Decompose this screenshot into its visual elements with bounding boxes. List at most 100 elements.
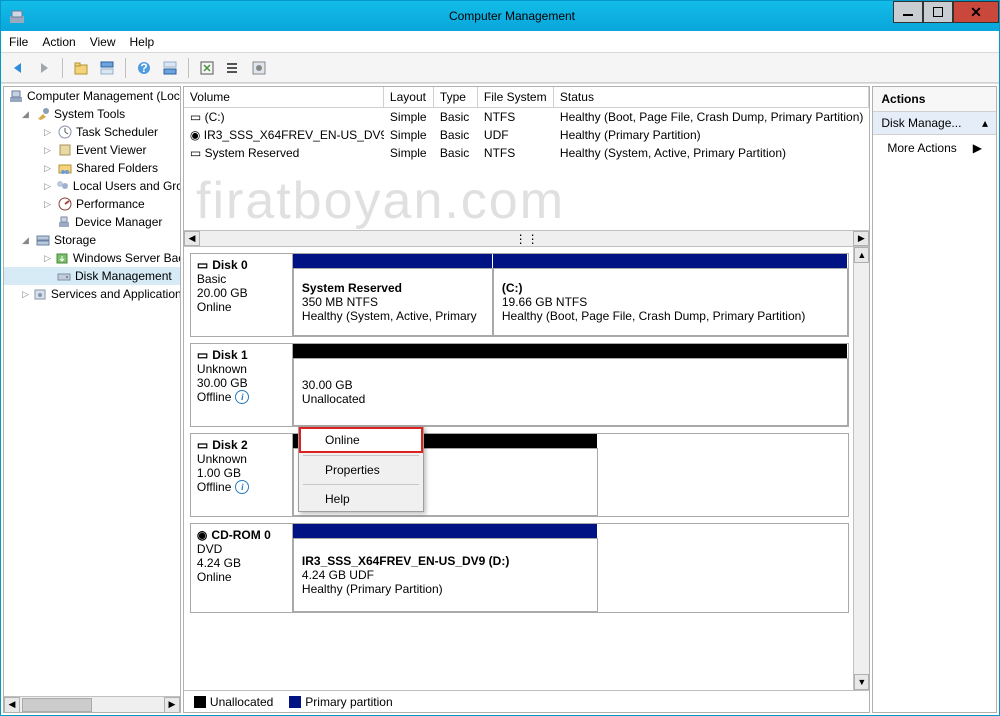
- vol-layout: Simple: [384, 127, 434, 143]
- disk-row-cdrom[interactable]: ◉CD-ROM 0 DVD 4.24 GB Online IR3_SSS_X64…: [190, 523, 849, 613]
- settings-icon[interactable]: [248, 57, 270, 79]
- col-filesystem[interactable]: File System: [478, 87, 554, 107]
- menu-view[interactable]: View: [90, 35, 116, 49]
- disk-row-1[interactable]: ▭Disk 1 Unknown 30.00 GB Offlinei 30.00 …: [190, 343, 849, 427]
- scroll-down-icon[interactable]: ▼: [854, 674, 869, 690]
- col-layout[interactable]: Layout: [384, 87, 434, 107]
- partition-system-reserved[interactable]: System Reserved 350 MB NTFS Healthy (Sys…: [293, 268, 493, 336]
- close-button[interactable]: ✕: [953, 1, 999, 23]
- expand-icon[interactable]: ▷: [44, 163, 54, 174]
- tree-services[interactable]: ▷ Services and Applications: [4, 285, 180, 303]
- vol-fs: UDF: [478, 127, 554, 143]
- volume-row[interactable]: ▭ (C:) Simple Basic NTFS Healthy (Boot, …: [184, 108, 869, 126]
- disk-icon: [56, 268, 72, 284]
- ctx-help[interactable]: Help: [299, 487, 423, 511]
- scroll-right-icon[interactable]: ▶: [853, 231, 869, 246]
- col-status[interactable]: Status: [554, 87, 869, 107]
- legend-swatch-unallocated: [194, 696, 206, 708]
- tree-pane: Computer Management (Local ◢ System Tool…: [3, 86, 181, 713]
- vol-layout: Simple: [384, 145, 434, 161]
- svg-text:?: ?: [140, 61, 147, 75]
- tree-storage-label: Storage: [54, 233, 96, 247]
- scroll-right-icon[interactable]: ▶: [164, 697, 180, 713]
- partition-dvd[interactable]: IR3_SSS_X64FREV_EN-US_DV9 (D:) 4.24 GB U…: [293, 538, 598, 612]
- disk1-type: Unknown: [197, 362, 286, 376]
- partition-c[interactable]: (C:) 19.66 GB NTFS Healthy (Boot, Page F…: [493, 268, 849, 336]
- tree-performance[interactable]: ▷ Performance: [4, 195, 180, 213]
- part-status: Healthy (Boot, Page File, Crash Dump, Pr…: [502, 309, 840, 323]
- expand-icon[interactable]: ▷: [44, 145, 54, 156]
- scroll-thumb[interactable]: [22, 698, 92, 712]
- tree-wsb[interactable]: ▷ Windows Server Backup: [4, 249, 180, 267]
- ctx-help-label: Help: [325, 492, 350, 506]
- volume-row[interactable]: ◉ IR3_SSS_X64FREV_EN-US_DV9 (D:) Simple …: [184, 126, 869, 144]
- tree-system-tools[interactable]: ◢ System Tools: [4, 105, 180, 123]
- menu-help[interactable]: Help: [130, 35, 155, 49]
- volume-hscrollbar[interactable]: ◀ ⋮⋮ ▶: [184, 230, 869, 246]
- back-button[interactable]: [7, 57, 29, 79]
- info-icon[interactable]: i: [235, 480, 249, 494]
- menu-file[interactable]: File: [9, 35, 28, 49]
- scroll-left-icon[interactable]: ◀: [184, 231, 200, 246]
- tree-device-manager[interactable]: Device Manager: [4, 213, 180, 231]
- disk-row-2[interactable]: ▭Disk 2 Unknown 1.00 GB Offlinei 1.00 GB…: [190, 433, 849, 517]
- toolbar: ?: [1, 53, 999, 83]
- vol-name: IR3_SSS_X64FREV_EN-US_DV9 (D:): [204, 128, 384, 142]
- tools-icon: [35, 106, 51, 122]
- actions-more[interactable]: More Actions ▶: [873, 135, 996, 161]
- forward-button[interactable]: [33, 57, 55, 79]
- info-icon[interactable]: i: [235, 390, 249, 404]
- cd0-state: Online: [197, 570, 286, 584]
- up-icon[interactable]: [70, 57, 92, 79]
- collapse-icon[interactable]: ◢: [22, 235, 32, 246]
- ctx-properties[interactable]: Properties: [299, 458, 423, 482]
- view-bottom-icon[interactable]: [159, 57, 181, 79]
- event-icon: [57, 142, 73, 158]
- expand-icon[interactable]: ▷: [44, 253, 51, 264]
- expand-icon[interactable]: ▷: [44, 199, 54, 210]
- tree-root[interactable]: Computer Management (Local: [4, 87, 180, 105]
- tree-disk-management[interactable]: Disk Management: [4, 267, 180, 285]
- disk-row-0[interactable]: ▭Disk 0 Basic 20.00 GB Online System Res…: [190, 253, 849, 337]
- expand-icon[interactable]: ▷: [44, 181, 51, 192]
- expand-icon[interactable]: ▷: [44, 127, 54, 138]
- col-type[interactable]: Type: [434, 87, 478, 107]
- settings-list-icon[interactable]: [222, 57, 244, 79]
- tree-shared-folders[interactable]: ▷ Shared Folders: [4, 159, 180, 177]
- maximize-button[interactable]: [923, 1, 953, 23]
- col-volume[interactable]: Volume: [184, 87, 384, 107]
- partition-unallocated[interactable]: 30.00 GB Unallocated: [293, 358, 848, 426]
- scroll-grip-icon[interactable]: ⋮⋮: [200, 231, 853, 246]
- menu-bar: File Action View Help: [1, 31, 999, 53]
- minimize-button[interactable]: [893, 1, 923, 23]
- ctx-properties-label: Properties: [325, 463, 380, 477]
- storage-icon: [35, 232, 51, 248]
- disk2-state: Offline: [197, 480, 231, 494]
- tree-system-tools-label: System Tools: [54, 107, 125, 121]
- vol-fs: NTFS: [478, 109, 554, 125]
- volume-row[interactable]: ▭ System Reserved Simple Basic NTFS Heal…: [184, 144, 869, 162]
- scroll-up-icon[interactable]: ▲: [854, 247, 869, 263]
- disk1-state: Offline: [197, 390, 231, 404]
- tree-storage[interactable]: ◢ Storage: [4, 231, 180, 249]
- ctx-online[interactable]: Online: [299, 427, 423, 453]
- view-top-icon[interactable]: [96, 57, 118, 79]
- backup-icon: [54, 250, 70, 266]
- tree-event-viewer[interactable]: ▷ Event Viewer: [4, 141, 180, 159]
- tree-disk-mgmt-label: Disk Management: [75, 269, 172, 283]
- tree-hscrollbar[interactable]: ◀ ▶: [4, 696, 180, 712]
- tree-local-users[interactable]: ▷ Local Users and Groups: [4, 177, 180, 195]
- scroll-left-icon[interactable]: ◀: [4, 697, 20, 713]
- refresh-icon[interactable]: [196, 57, 218, 79]
- collapse-icon[interactable]: ◢: [22, 109, 32, 120]
- actions-disk-management[interactable]: Disk Manage... ▴: [873, 112, 996, 135]
- expand-icon[interactable]: ▷: [22, 289, 29, 300]
- help-icon[interactable]: ?: [133, 57, 155, 79]
- collapse-up-icon[interactable]: ▴: [982, 116, 988, 130]
- part-status: Healthy (Primary Partition): [302, 582, 589, 596]
- disk0-state: Online: [197, 300, 286, 314]
- tree-task-scheduler[interactable]: ▷ Task Scheduler: [4, 123, 180, 141]
- menu-action[interactable]: Action: [42, 35, 75, 49]
- disk-vscrollbar[interactable]: ▲ ▼: [853, 247, 869, 690]
- chevron-right-icon: ▶: [973, 141, 982, 155]
